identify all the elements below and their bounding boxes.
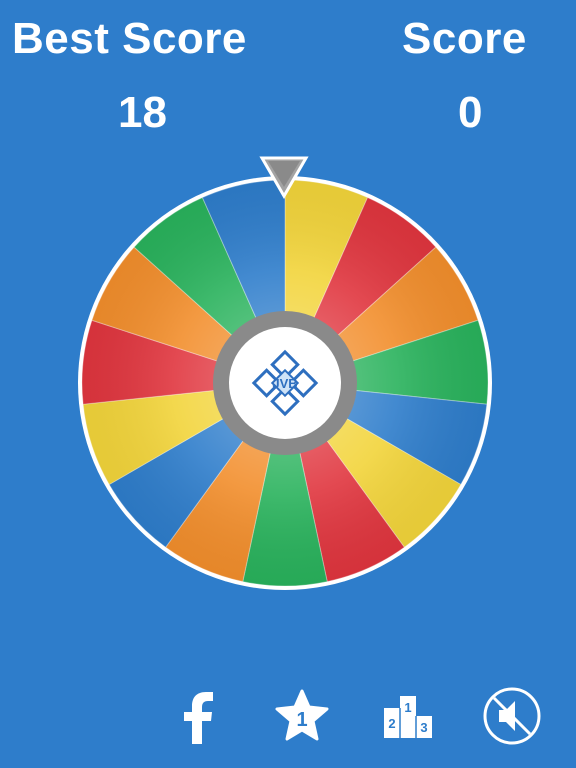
sound-toggle-button[interactable] [480,684,544,748]
score-label: Score [402,14,527,63]
podium-1-label: 1 [404,700,411,715]
podium-3-label: 3 [420,720,427,735]
facebook-button[interactable] [168,684,232,748]
wheel-graphic[interactable]: JVB [0,150,576,600]
best-score-label: Best Score [12,14,247,63]
star-icon: 1 [275,689,329,741]
svg-text:1: 1 [296,709,307,731]
score-value: 0 [458,88,483,137]
best-score-value: 18 [118,88,167,137]
leaderboard-button[interactable]: 2 1 3 [376,684,440,748]
rate-button[interactable]: 1 [270,684,334,748]
spin-wheel[interactable]: JVB [0,150,576,600]
podium-2-label: 2 [388,716,395,731]
leaderboard-icon: 2 1 3 [384,696,432,738]
jvb-logo-text: JVB [272,376,297,391]
facebook-icon [184,692,213,744]
sound-muted-icon [483,687,541,745]
